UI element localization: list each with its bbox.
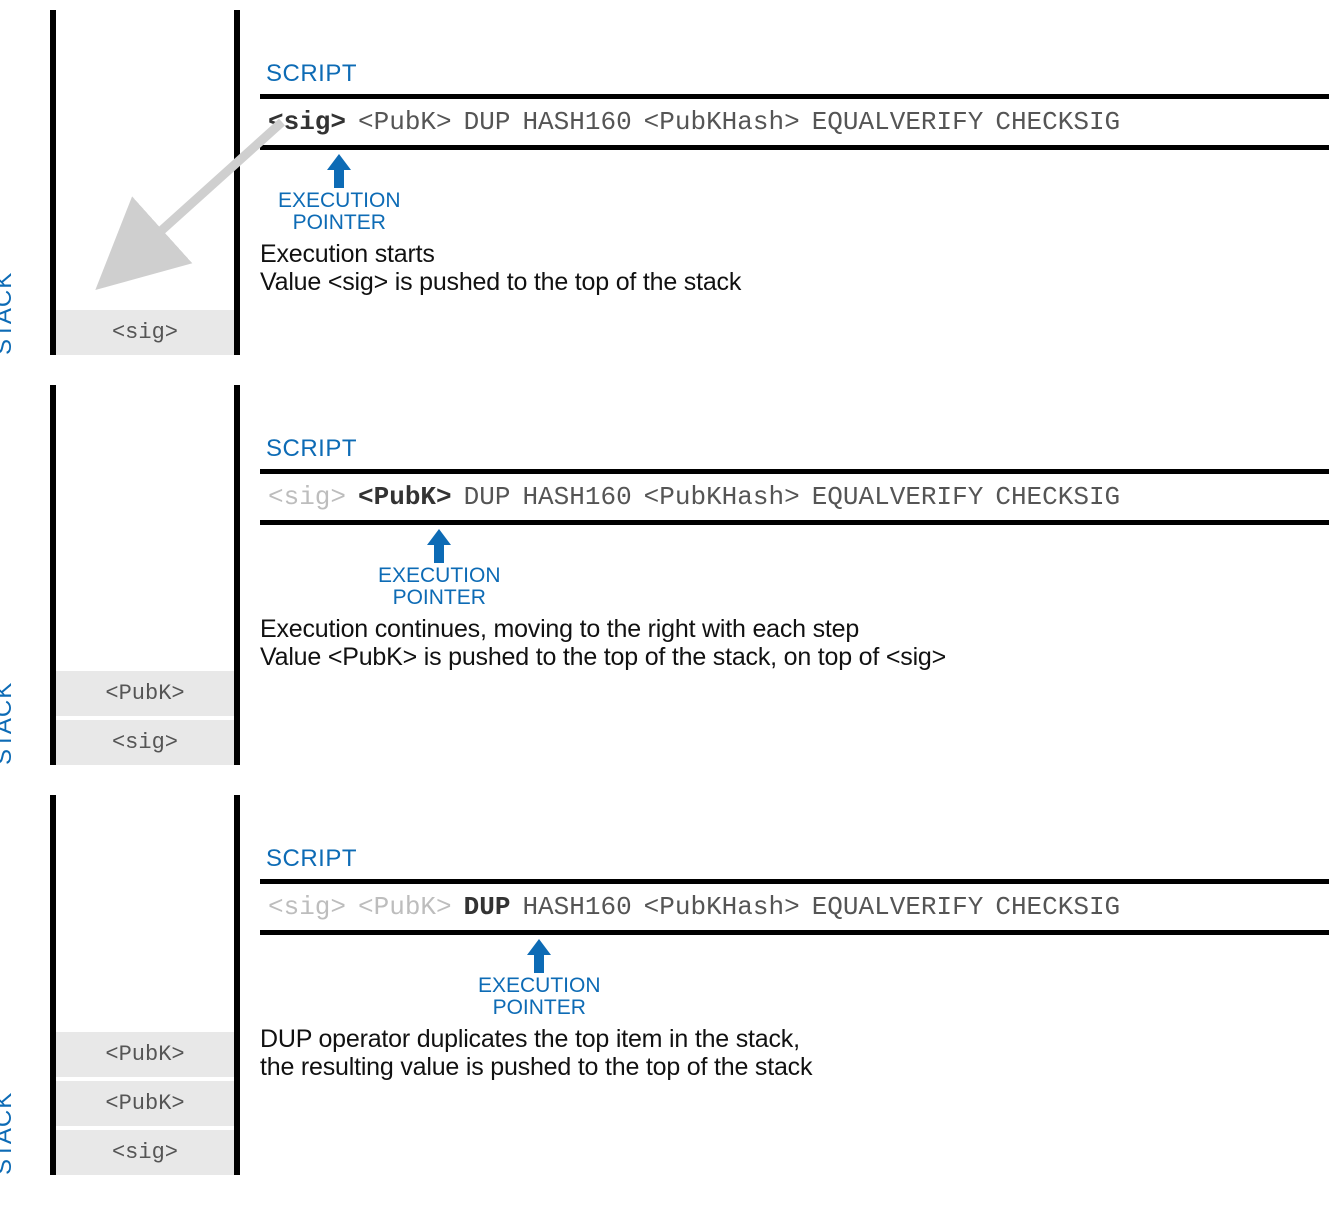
pointer-label-line2: POINTER <box>478 997 601 1019</box>
script-heading: SCRIPT <box>266 845 1329 873</box>
step-description: DUP operator duplicates the top item in … <box>260 1025 1329 1081</box>
stack-label: STACK <box>0 272 18 355</box>
pointer-label-line1: EXECUTION <box>278 190 401 212</box>
pointer-label-line1: EXECUTION <box>378 565 501 587</box>
execution-step-1: STACK <sig> SCRIPT <sig> <PubK> DUP HASH… <box>0 10 1329 355</box>
script-column: SCRIPT <sig> <PubK> DUP HASH160 <PubKHas… <box>250 10 1329 355</box>
script-token: DUP <box>464 892 511 922</box>
stack-items: <PubK> <PubK> <sig> <box>56 1028 234 1175</box>
stack-item: <PubK> <box>56 671 234 716</box>
script-token: HASH160 <box>522 892 631 922</box>
script-token: HASH160 <box>522 107 631 137</box>
stack-label: STACK <box>0 1092 18 1175</box>
script-token: DUP <box>464 482 511 512</box>
stack-walls <box>50 10 240 355</box>
script-token: EQUALVERIFY <box>812 107 984 137</box>
stack-item: <sig> <box>56 1130 234 1175</box>
pointer-label-line2: POINTER <box>278 212 401 234</box>
stack-item: <sig> <box>56 310 234 355</box>
step-description: Execution starts Value <sig> is pushed t… <box>260 240 1329 296</box>
script-token: EQUALVERIFY <box>812 892 984 922</box>
desc-line: DUP operator duplicates the top item in … <box>260 1025 1329 1053</box>
script-token: EQUALVERIFY <box>812 482 984 512</box>
desc-line: Execution continues, moving to the right… <box>260 615 1329 643</box>
arrow-up-icon <box>425 529 453 563</box>
desc-line: Value <PubK> is pushed to the top of the… <box>260 643 1329 671</box>
step-description: Execution continues, moving to the right… <box>260 615 1329 671</box>
execution-pointer: EXECUTION POINTER <box>278 154 401 234</box>
script-column: SCRIPT <sig> <PubK> DUP HASH160 <PubKHas… <box>250 385 1329 765</box>
script-token: <sig> <box>268 482 346 512</box>
script-line: <sig> <PubK> DUP HASH160 <PubKHash> EQUA… <box>260 94 1329 150</box>
script-token: <PubK> <box>358 892 452 922</box>
pointer-row: EXECUTION POINTER <box>260 935 1329 1025</box>
pointer-row: EXECUTION POINTER <box>260 150 1329 240</box>
script-heading: SCRIPT <box>266 60 1329 88</box>
arrow-up-icon <box>525 939 553 973</box>
script-token: DUP <box>464 107 511 137</box>
script-line: <sig> <PubK> DUP HASH160 <PubKHash> EQUA… <box>260 469 1329 525</box>
stack-label: STACK <box>0 682 18 765</box>
script-token: CHECKSIG <box>995 482 1120 512</box>
script-line: <sig> <PubK> DUP HASH160 <PubKHash> EQUA… <box>260 879 1329 935</box>
stack-column: STACK <PubK> <PubK> <sig> <box>0 795 250 1175</box>
script-token: <sig> <box>268 892 346 922</box>
stack-item: <PubK> <box>56 1081 234 1126</box>
execution-step-3: STACK <PubK> <PubK> <sig> SCRIPT <sig> <… <box>0 795 1329 1175</box>
script-token: <PubKHash> <box>644 892 800 922</box>
pointer-label-line2: POINTER <box>378 587 501 609</box>
pointer-label-line1: EXECUTION <box>478 975 601 997</box>
stack-items: <PubK> <sig> <box>56 667 234 765</box>
script-token: <PubKHash> <box>644 482 800 512</box>
desc-line: Value <sig> is pushed to the top of the … <box>260 268 1329 296</box>
script-token: CHECKSIG <box>995 892 1120 922</box>
script-token: CHECKSIG <box>995 107 1120 137</box>
script-token: <PubK> <box>358 482 452 512</box>
desc-line: Execution starts <box>260 240 1329 268</box>
desc-line: the resulting value is pushed to the top… <box>260 1053 1329 1081</box>
arrow-up-icon <box>325 154 353 188</box>
stack-items: <sig> <box>56 306 234 355</box>
stack-item: <PubK> <box>56 1032 234 1077</box>
stack-column: STACK <PubK> <sig> <box>0 385 250 765</box>
pointer-row: EXECUTION POINTER <box>260 525 1329 615</box>
script-token: <PubKHash> <box>644 107 800 137</box>
execution-pointer: EXECUTION POINTER <box>478 939 601 1019</box>
script-heading: SCRIPT <box>266 435 1329 463</box>
script-token: HASH160 <box>522 482 631 512</box>
script-column: SCRIPT <sig> <PubK> DUP HASH160 <PubKHas… <box>250 795 1329 1175</box>
execution-step-2: STACK <PubK> <sig> SCRIPT <sig> <PubK> D… <box>0 385 1329 765</box>
stack-column: STACK <sig> <box>0 10 250 355</box>
script-token: <PubK> <box>358 107 452 137</box>
stack-item: <sig> <box>56 720 234 765</box>
script-token: <sig> <box>268 107 346 137</box>
execution-pointer: EXECUTION POINTER <box>378 529 501 609</box>
